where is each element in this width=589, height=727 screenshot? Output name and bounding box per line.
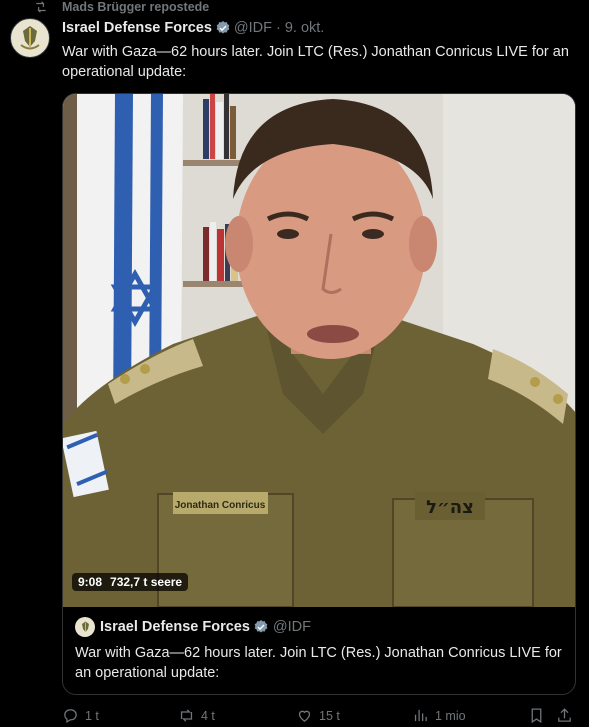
views-chart-icon: [414, 709, 427, 722]
repost-icon: [36, 1, 46, 13]
idf-emblem-icon: [20, 26, 40, 50]
repost-count: 4 t: [201, 708, 215, 723]
heart-icon: [298, 710, 311, 722]
tweet-date[interactable]: 9. okt.: [285, 20, 325, 36]
quoted-tweet-header: Israel Defense Forces @IDF: [75, 617, 565, 637]
like-button[interactable]: 15 t: [296, 707, 340, 724]
tweet-text: War with Gaza—62 hours later. Join LTC (…: [62, 44, 569, 80]
bookmark-icon: [531, 708, 542, 724]
verified-badge-icon: [254, 620, 268, 633]
author-name[interactable]: Israel Defense Forces: [62, 20, 212, 36]
repost-header[interactable]: Mads Brügger repostede: [34, 0, 209, 14]
bookmark-button[interactable]: [528, 707, 551, 724]
video-thumbnail: Jonathan Conricus צה״ל: [63, 94, 575, 607]
repost-button[interactable]: 4 t: [178, 707, 215, 724]
media-card[interactable]: Jonathan Conricus צה״ל 9:08 732,7 t seer…: [62, 93, 576, 695]
author-handle[interactable]: @IDF: [234, 20, 272, 36]
reply-icon: [64, 709, 77, 724]
quoted-author-handle: @IDF: [272, 619, 311, 635]
header-separator: ·: [276, 20, 281, 36]
author-avatar[interactable]: [10, 18, 50, 58]
name-tape-text: Jonathan Conricus: [175, 500, 266, 511]
video-views: 732,7 t seere: [110, 575, 183, 589]
share-button[interactable]: [556, 707, 579, 724]
share-icon: [558, 708, 571, 722]
unit-tape-text: צה״ל: [426, 497, 474, 518]
repost-header-text: Mads Brügger repostede: [62, 0, 210, 14]
repost-icon: [180, 709, 193, 722]
action-bar: 1 t 4 t 15 t 1 mio: [62, 707, 577, 727]
quoted-author-avatar: [75, 617, 95, 637]
views-button[interactable]: 1 mio: [412, 707, 466, 724]
reply-button[interactable]: 1 t: [62, 707, 99, 724]
quoted-tweet[interactable]: Israel Defense Forces @IDF War with Gaza…: [63, 607, 575, 694]
video-info-badge: 9:08 732,7 t seere: [72, 573, 189, 591]
video-duration: 9:08: [78, 575, 103, 589]
quoted-author-name: Israel Defense Forces: [100, 619, 250, 635]
views-count: 1 mio: [435, 708, 466, 723]
video-player[interactable]: Jonathan Conricus צה״ל 9:08 732,7 t seer…: [63, 94, 575, 607]
tweet-header: Israel Defense Forces @IDF · 9. okt.: [62, 20, 324, 36]
like-count: 15 t: [319, 708, 340, 723]
reply-count: 1 t: [85, 708, 99, 723]
idf-emblem-icon: [81, 621, 89, 632]
quoted-tweet-text: War with Gaza—62 hours later. Join LTC (…: [75, 645, 562, 681]
verified-badge-icon: [216, 21, 230, 34]
